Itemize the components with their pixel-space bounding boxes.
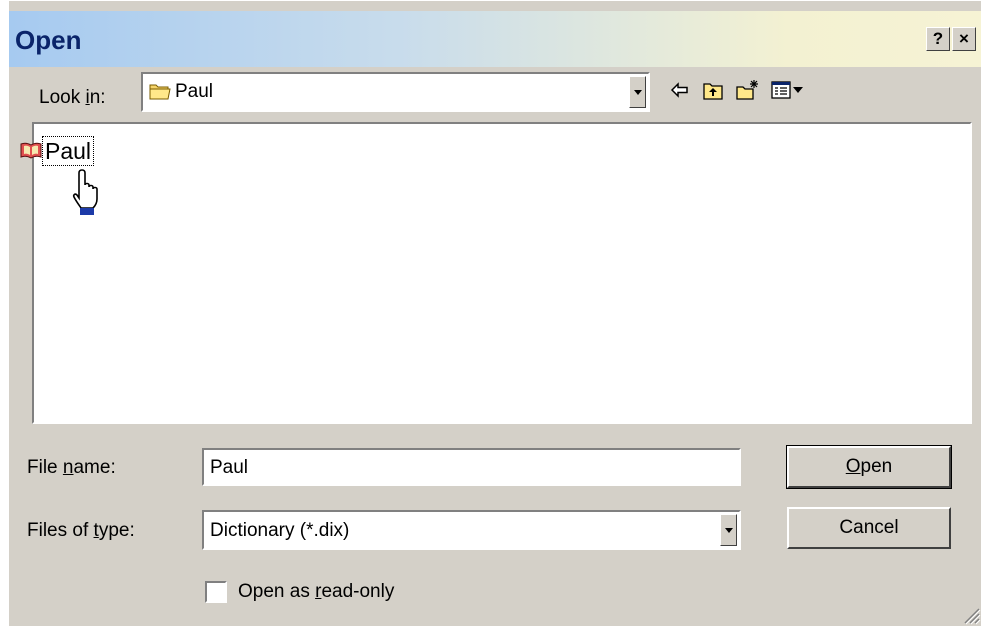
file-list-view[interactable]: Paul [20,122,972,424]
list-item-label: Paul [42,136,95,166]
back-arrow-icon[interactable] [669,79,691,101]
files-of-type-combobox[interactable]: Dictionary (*.dix) [202,510,741,550]
view-menu-icon[interactable] [770,79,810,101]
cancel-button[interactable]: Cancel [787,507,951,549]
look-in-value: Paul [175,81,214,102]
close-button[interactable]: × [952,27,976,51]
look-in-combobox[interactable]: Paul [141,72,650,112]
files-of-type-label: Files of type: [27,520,135,541]
read-only-checkbox[interactable] [205,581,227,603]
file-name-label: File name: [27,457,116,478]
files-of-type-dropdown-button[interactable] [720,514,737,546]
file-name-value: Paul [210,457,249,478]
look-in-label: Look in: [39,87,106,108]
look-in-dropdown-button[interactable] [629,76,646,108]
hand-pointer-icon [70,168,104,221]
file-name-input[interactable]: Paul [202,448,741,486]
dialog-title: Open [15,25,82,55]
help-button[interactable]: ? [926,27,950,51]
files-of-type-value: Dictionary (*.dix) [210,520,350,541]
read-only-label[interactable]: Open as read-only [238,581,394,603]
folder-icon [149,81,171,106]
up-one-level-icon[interactable] [702,79,724,101]
open-dialog: Open ? × Look in: Paul Paul File name: P… [8,0,981,626]
create-new-folder-icon[interactable] [735,79,758,101]
title-bar[interactable]: Open ? × [9,11,981,67]
dictionary-book-icon [20,141,42,164]
open-button[interactable]: Open [786,445,952,489]
